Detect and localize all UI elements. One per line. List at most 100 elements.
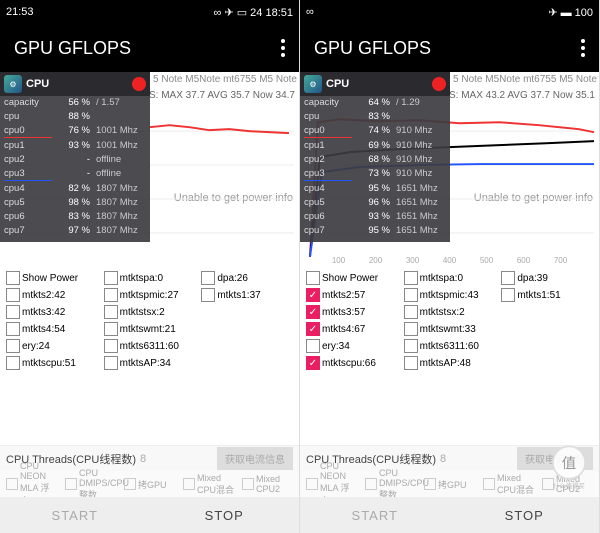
- checkbox-icon[interactable]: [104, 305, 118, 319]
- checkbox-item[interactable]: mtktsAP:48: [404, 356, 496, 370]
- checkbox-icon[interactable]: [424, 478, 436, 490]
- checkbox-icon[interactable]: [242, 478, 254, 490]
- checkbox-item[interactable]: mtktspa:0: [104, 271, 196, 285]
- checkbox-icon[interactable]: ✓: [306, 305, 320, 319]
- get-current-button[interactable]: 获取电流信息: [217, 447, 293, 470]
- checkbox-icon[interactable]: [404, 288, 418, 302]
- checkbox-icon[interactable]: [6, 322, 20, 336]
- overflow-menu-icon[interactable]: [581, 39, 585, 57]
- checkbox-icon[interactable]: [306, 339, 320, 353]
- record-icon[interactable]: [432, 77, 446, 91]
- checkbox-item[interactable]: ery:34: [306, 339, 398, 353]
- checkbox-icon[interactable]: [306, 271, 320, 285]
- checkbox-icon[interactable]: [404, 339, 418, 353]
- checkbox-icon[interactable]: ✓: [306, 322, 320, 336]
- cpu-stat-row: cpu693 %1651 Mhz: [300, 210, 450, 224]
- checkbox-item[interactable]: mtktstsx:2: [104, 305, 196, 319]
- start-button[interactable]: START: [300, 497, 450, 533]
- stop-button[interactable]: STOP: [450, 497, 600, 533]
- record-icon[interactable]: [132, 77, 146, 91]
- option-checkbox[interactable]: Mixed CPU混合: [183, 473, 234, 496]
- checkbox-icon[interactable]: [501, 288, 515, 302]
- checkbox-item[interactable]: mtkts6311:60: [404, 339, 496, 353]
- checkbox-icon[interactable]: [6, 288, 20, 302]
- option-checkbox[interactable]: 拷GPU: [424, 478, 475, 491]
- checkbox-label: mtkts4:54: [22, 324, 65, 335]
- left-screen: 21:53 ∞ ✈ ▭ 24 18:51GPU GFLOPS 5 Note M5…: [0, 0, 300, 533]
- checkbox-item[interactable]: mtkts6311:60: [104, 339, 196, 353]
- checkbox-item[interactable]: mtktstsx:2: [404, 305, 496, 319]
- status-icons: ✈ ▬ 100: [548, 6, 593, 19]
- stop-button[interactable]: STOP: [150, 497, 300, 533]
- checkbox-item[interactable]: mtkts1:37: [201, 288, 293, 302]
- option-checkbox[interactable]: Mixed CPU2: [242, 474, 293, 494]
- checkbox-icon[interactable]: [6, 271, 20, 285]
- option-checkbox[interactable]: CPU DMIPS/CPU整数: [365, 468, 416, 501]
- checkbox-icon[interactable]: [404, 305, 418, 319]
- checkbox-icon[interactable]: [306, 478, 318, 490]
- option-label: Mixed CPU2: [256, 474, 293, 494]
- checkbox-icon[interactable]: [404, 322, 418, 336]
- svg-text:值: 值: [562, 455, 576, 472]
- checkbox-item[interactable]: ✓mtkts3:57: [306, 305, 398, 319]
- checkbox-item[interactable]: mtkts4:54: [6, 322, 98, 336]
- status-icons: ∞ ✈ ▭ 24 18:51: [214, 6, 293, 19]
- checkbox-item[interactable]: mtktsAP:34: [104, 356, 196, 370]
- checkbox-item[interactable]: mtktscpu:51: [6, 356, 98, 370]
- checkbox-icon[interactable]: [124, 478, 136, 490]
- threads-value: 8: [140, 453, 146, 465]
- checkbox-icon[interactable]: [104, 356, 118, 370]
- checkbox-label: mtktswmt:33: [420, 324, 476, 335]
- checkbox-item[interactable]: dpa:39: [501, 271, 593, 285]
- checkbox-item[interactable]: mtktspmic:27: [104, 288, 196, 302]
- cpu-stat-row: cpu797 %1807 Mhz: [0, 224, 150, 238]
- cpu-monitor-overlay[interactable]: ⚙ CPU capacity56 %/ 1.57cpu88 %cpu076 %1…: [0, 72, 150, 242]
- checkbox-icon[interactable]: [6, 305, 20, 319]
- checkbox-icon[interactable]: [104, 339, 118, 353]
- option-checkbox[interactable]: 拷GPU: [124, 478, 175, 491]
- checkbox-icon[interactable]: [201, 271, 215, 285]
- checkbox-icon[interactable]: [6, 339, 20, 353]
- start-button[interactable]: START: [0, 497, 150, 533]
- checkbox-item[interactable]: mtkts3:42: [6, 305, 98, 319]
- checkbox-icon[interactable]: [365, 478, 377, 490]
- checkbox-item[interactable]: mtktswmt:21: [104, 322, 196, 336]
- checkbox-item[interactable]: mtkts2:42: [6, 288, 98, 302]
- checkbox-item[interactable]: mtktspmic:43: [404, 288, 496, 302]
- option-checkbox[interactable]: Mixed CPU混合: [483, 473, 534, 496]
- checkbox-item[interactable]: Show Power: [6, 271, 98, 285]
- checkbox-icon[interactable]: [6, 478, 18, 490]
- checkbox-icon[interactable]: [104, 322, 118, 336]
- checkbox-icon[interactable]: [404, 271, 418, 285]
- checkbox-icon[interactable]: [104, 288, 118, 302]
- checkbox-icon[interactable]: [404, 356, 418, 370]
- checkbox-icon[interactable]: [183, 478, 195, 490]
- option-checkbox[interactable]: CPU DMIPS/CPU整数: [65, 468, 116, 501]
- checkbox-icon[interactable]: [501, 271, 515, 285]
- checkbox-item[interactable]: dpa:26: [201, 271, 293, 285]
- overflow-menu-icon[interactable]: [281, 39, 285, 57]
- checkbox-item[interactable]: ✓mtkts4:67: [306, 322, 398, 336]
- checkbox-icon[interactable]: [104, 271, 118, 285]
- option-label: 拷GPU: [438, 478, 467, 491]
- checkbox-item[interactable]: mtktswmt:33: [404, 322, 496, 336]
- checkbox-item[interactable]: Show Power: [306, 271, 398, 285]
- app-title: GPU GFLOPS: [314, 38, 431, 59]
- cpu-monitor-overlay[interactable]: ⚙ CPU capacity64 %/ 1.29cpu83 %cpu074 %9…: [300, 72, 450, 242]
- checkbox-label: mtktspa:0: [120, 273, 163, 284]
- checkbox-icon[interactable]: [6, 356, 20, 370]
- checkbox-icon[interactable]: ✓: [306, 288, 320, 302]
- checkbox-item[interactable]: mtkts1:51: [501, 288, 593, 302]
- checkbox-icon[interactable]: [201, 288, 215, 302]
- checkbox-item[interactable]: mtktspa:0: [404, 271, 496, 285]
- checkbox-icon[interactable]: ✓: [306, 356, 320, 370]
- option-label: Mixed CPU混合: [497, 473, 534, 496]
- checkbox-icon[interactable]: [65, 478, 77, 490]
- checkbox-item[interactable]: ery:24: [6, 339, 98, 353]
- content-area: 5 Note M5Note mt6755 M5 NoteS: MAX 37.7 …: [0, 72, 299, 533]
- checkbox-item[interactable]: ✓mtktscpu:66: [306, 356, 398, 370]
- cpu-stat-row: capacity64 %/ 1.29: [300, 96, 450, 110]
- cpu-overlay-title: CPU: [26, 78, 128, 90]
- checkbox-item[interactable]: ✓mtkts2:57: [306, 288, 398, 302]
- checkbox-icon[interactable]: [483, 478, 495, 490]
